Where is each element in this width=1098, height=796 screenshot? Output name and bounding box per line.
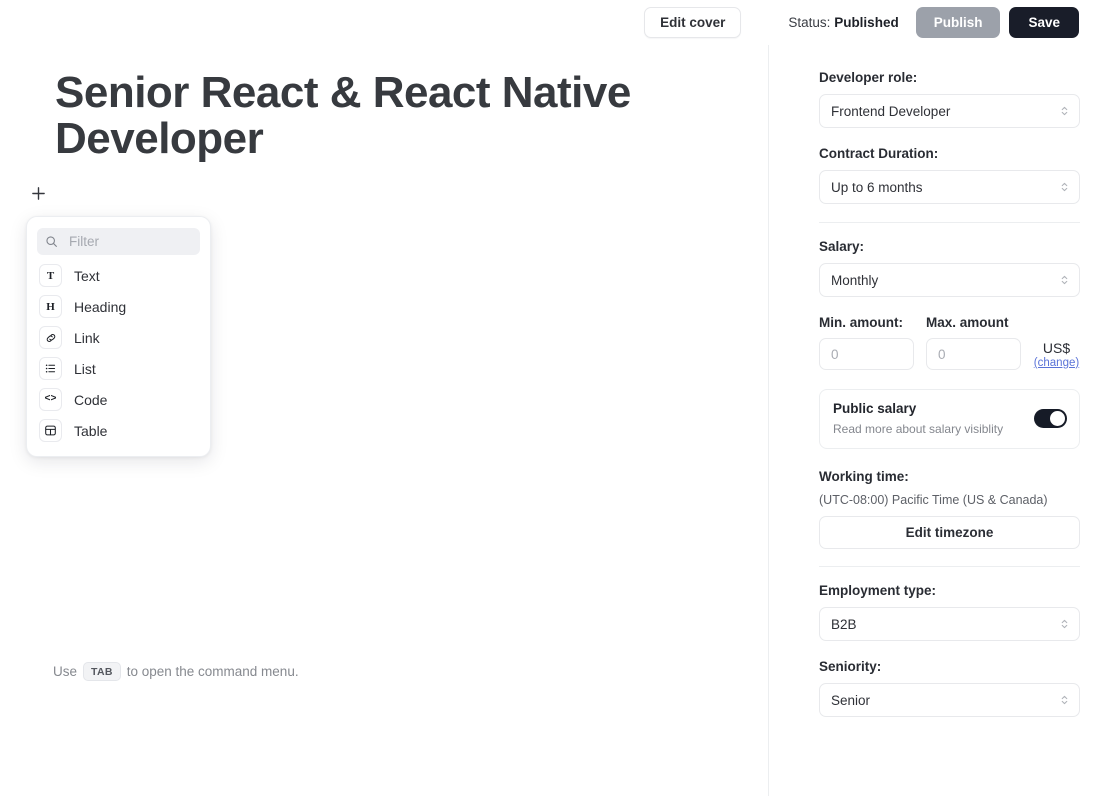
page-title[interactable]: Senior React & React Native Developer: [55, 70, 695, 162]
command-menu-item-heading[interactable]: H Heading: [37, 291, 200, 322]
chevron-updown-icon: [1060, 617, 1069, 631]
edit-timezone-button[interactable]: Edit timezone: [819, 516, 1080, 549]
command-menu-item-label: Text: [74, 267, 100, 284]
developer-role-label: Developer role:: [819, 70, 918, 85]
command-menu-item-text[interactable]: T Text: [37, 260, 200, 291]
employment-type-select[interactable]: B2B: [819, 607, 1080, 641]
list-glyph: [45, 364, 56, 373]
filter-input[interactable]: [67, 233, 197, 250]
save-button[interactable]: Save: [1009, 7, 1079, 38]
section-divider: [819, 222, 1080, 223]
employment-type-value: B2B: [831, 616, 857, 632]
min-amount-label: Min. amount:: [819, 315, 903, 330]
section-divider: [819, 566, 1080, 567]
plus-icon: [32, 187, 45, 200]
currency-change-link[interactable]: (change): [1034, 357, 1079, 369]
hint-prefix: Use: [53, 664, 78, 679]
chevron-updown-icon: [1060, 104, 1069, 118]
table-glyph: [45, 425, 56, 436]
tab-key-badge: TAB: [83, 662, 121, 681]
working-time-label: Working time:: [819, 469, 909, 484]
max-amount-label: Max. amount: [926, 315, 1009, 330]
public-salary-card: Public salary Read more about salary vis…: [819, 389, 1080, 449]
command-menu-item-list[interactable]: List: [37, 353, 200, 384]
developer-role-value: Frontend Developer: [831, 103, 951, 119]
seniority-value: Senior: [831, 692, 871, 708]
command-menu-filter[interactable]: [37, 228, 200, 255]
status-indicator: Status: Published: [788, 15, 898, 30]
command-menu-item-link[interactable]: Link: [37, 322, 200, 353]
min-amount-group: Min. amount:: [819, 315, 914, 370]
list-icon: [39, 357, 62, 380]
min-amount-input[interactable]: [819, 338, 914, 370]
salary-label: Salary:: [819, 239, 865, 254]
command-menu-hint: Use TAB to open the command menu.: [53, 662, 299, 681]
contract-duration-value: Up to 6 months: [831, 179, 923, 195]
command-menu-item-label: List: [74, 360, 96, 377]
chevron-updown-icon: [1060, 693, 1069, 707]
command-menu-item-label: Code: [74, 391, 108, 408]
publish-button[interactable]: Publish: [915, 7, 1001, 38]
link-glyph: [46, 333, 55, 342]
status-prefix-label: Status:: [788, 15, 831, 30]
edit-cover-button[interactable]: Edit cover: [644, 7, 742, 38]
status-value: Published: [834, 15, 899, 30]
seniority-label: Seniority:: [819, 659, 882, 674]
max-amount-input[interactable]: [926, 338, 1021, 370]
working-time-value: (UTC-08:00) Pacific Time (US & Canada): [819, 493, 1048, 507]
currency-group: US$ (change): [1033, 315, 1080, 369]
top-toolbar: Edit cover Status: Published Publish Sav…: [0, 0, 1098, 45]
command-menu-item-label: Heading: [74, 298, 127, 315]
currency-code: US$: [1042, 340, 1071, 356]
developer-role-select[interactable]: Frontend Developer: [819, 94, 1080, 128]
command-menu-item-label: Link: [74, 329, 100, 346]
chevron-updown-icon: [1060, 273, 1069, 287]
search-icon: [46, 236, 57, 247]
toggle-knob: [1050, 411, 1065, 426]
command-menu-item-code[interactable]: <> Code: [37, 384, 200, 415]
employment-type-label: Employment type:: [819, 583, 937, 598]
link-icon: [39, 326, 62, 349]
heading-icon: H: [39, 295, 62, 318]
text-icon: T: [39, 264, 62, 287]
code-icon: <>: [39, 388, 62, 411]
hint-suffix: to open the command menu.: [126, 664, 299, 679]
command-menu: T Text H Heading Link: [26, 216, 211, 457]
table-icon: [39, 419, 62, 442]
seniority-select[interactable]: Senior: [819, 683, 1080, 717]
public-salary-toggle[interactable]: [1034, 409, 1067, 428]
public-salary-subtitle[interactable]: Read more about salary visiblity: [833, 422, 1003, 436]
salary-period-select[interactable]: Monthly: [819, 263, 1080, 297]
salary-period-value: Monthly: [831, 272, 879, 288]
max-amount-group: Max. amount: [926, 315, 1021, 370]
command-menu-item-table[interactable]: Table: [37, 415, 200, 446]
command-menu-item-label: Table: [74, 422, 108, 439]
contract-duration-label: Contract Duration:: [819, 146, 939, 161]
contract-duration-select[interactable]: Up to 6 months: [819, 170, 1080, 204]
public-salary-text: Public salary Read more about salary vis…: [833, 401, 1003, 436]
add-block-button[interactable]: [30, 185, 47, 202]
public-salary-title: Public salary: [833, 401, 917, 416]
editor-pane: Senior React & React Native Developer T …: [0, 45, 768, 796]
chevron-updown-icon: [1060, 180, 1069, 194]
settings-sidebar: Developer role: Frontend Developer Contr…: [768, 45, 1098, 796]
salary-amount-row: Min. amount: Max. amount US$ (change): [819, 315, 1080, 370]
